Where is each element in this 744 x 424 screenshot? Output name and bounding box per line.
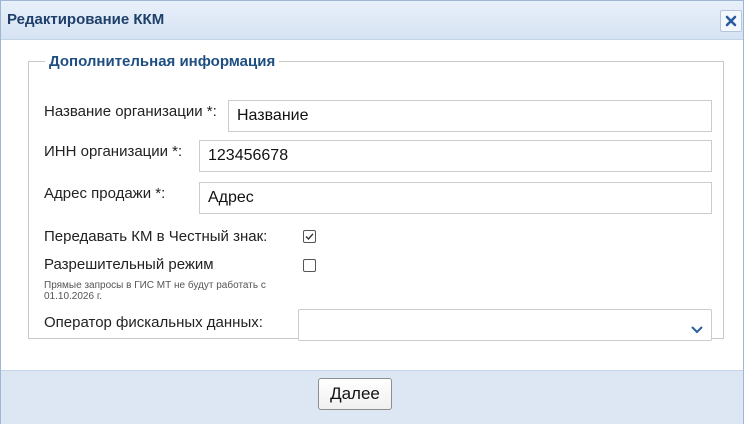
close-icon — [725, 15, 737, 27]
dialog-body: Дополнительная информация Название орган… — [7, 40, 737, 370]
next-button[interactable]: Далее — [318, 378, 392, 410]
address-input[interactable] — [199, 182, 712, 214]
fiscal-operator-select[interactable] — [298, 309, 712, 341]
transfer-km-label: Передавать КМ в Честный знак: — [44, 228, 268, 245]
permissive-mode-hint: Прямые запросы в ГИС МТ не будут работат… — [44, 280, 266, 302]
inn-input[interactable] — [199, 140, 712, 172]
dialog-titlebar[interactable]: Редактирование ККМ — [1, 1, 743, 40]
fiscal-operator-label: Оператор фискальных данных: — [44, 314, 263, 331]
edit-kkm-dialog: Редактирование ККМ Дополнительная информ… — [0, 0, 744, 424]
org-name-input[interactable] — [228, 100, 712, 132]
additional-info-group: Дополнительная информация Название орган… — [28, 53, 724, 341]
permissive-mode-label: Разрешительный режим — [44, 256, 214, 273]
chevron-down-icon — [691, 321, 703, 339]
section-legend: Дополнительная информация — [49, 53, 276, 70]
dialog-footer: Далее — [1, 370, 743, 424]
checkmark-icon — [305, 233, 314, 241]
dialog-title: Редактирование ККМ — [7, 11, 165, 28]
permissive-mode-checkbox[interactable] — [303, 259, 316, 272]
close-button[interactable] — [720, 10, 742, 32]
inn-label: ИНН организации *: — [44, 143, 183, 160]
transfer-km-checkbox[interactable] — [303, 230, 316, 243]
org-name-label: Название организации *: — [44, 103, 217, 120]
address-label: Адрес продажи *: — [44, 185, 166, 202]
